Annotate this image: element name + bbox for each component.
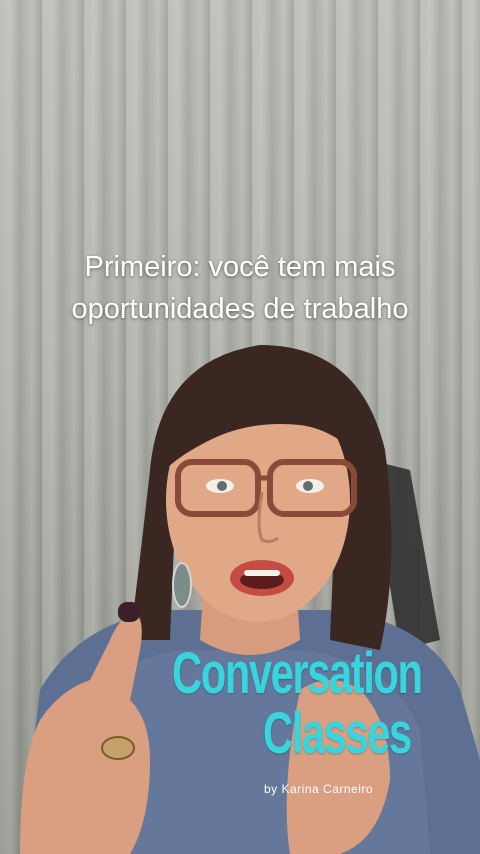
subtitle-caption: Primeiro: você tem mais oportunidades de… [0, 246, 480, 330]
logo-byline: by Karina Carneiro [264, 782, 374, 796]
logo-word-conversation: Conversation [172, 641, 423, 706]
logo-word-classes: Classes [263, 701, 412, 766]
caption-line-1: Primeiro: você tem mais [84, 251, 396, 283]
caption-line-2: oportunidades de trabalho [71, 293, 409, 325]
brand-logo: Conversation Classes by Karina Carneiro [168, 640, 423, 810]
video-frame[interactable]: Primeiro: você tem mais oportunidades de… [0, 0, 480, 854]
